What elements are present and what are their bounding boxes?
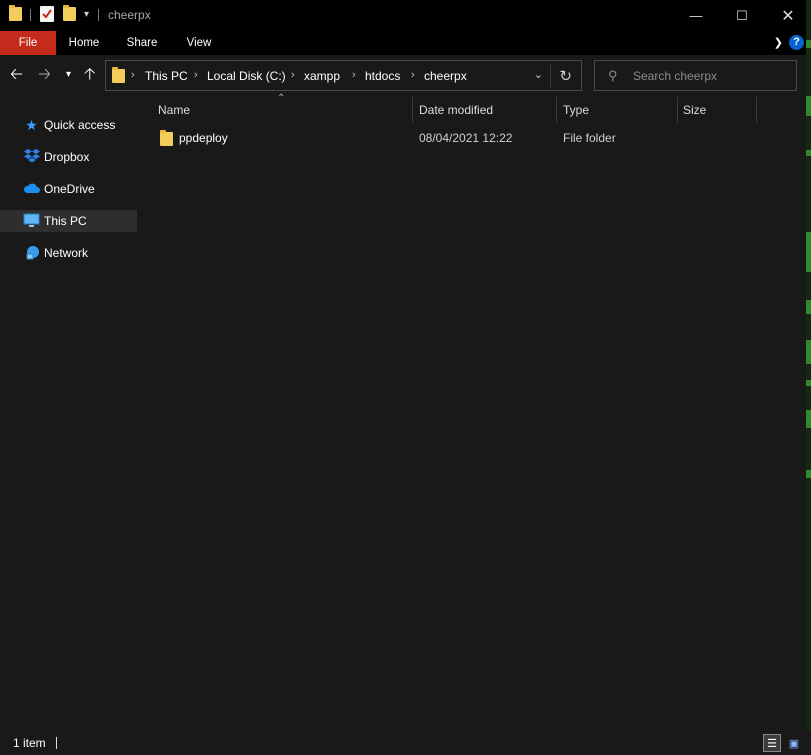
breadcrumb-cheerpx[interactable]: cheerpx (424, 69, 467, 83)
breadcrumb-xampp[interactable]: xampp (304, 69, 340, 83)
toolbar-separator (98, 9, 99, 21)
sidebar-item-label: This PC (44, 214, 87, 228)
window-title: cheerpx (108, 8, 151, 22)
column-header-label: Date modified (419, 103, 494, 117)
chevron-right-icon: › (131, 69, 135, 81)
maximize-button[interactable]: ☐ (719, 0, 765, 31)
tab-file[interactable]: File (0, 31, 56, 55)
location-folder-icon (112, 67, 125, 83)
computer-icon (23, 213, 40, 229)
column-header-label: Size (683, 103, 707, 117)
minimize-button[interactable]: — (673, 0, 719, 31)
column-header-label: Name (158, 103, 191, 117)
sidebar-item-onedrive[interactable]: OneDrive (0, 178, 137, 200)
column-divider[interactable] (756, 97, 757, 123)
recent-locations-icon[interactable]: ▾ (66, 65, 71, 85)
close-button[interactable]: ✕ (765, 0, 811, 31)
sidebar-item-network[interactable]: Network (0, 242, 137, 264)
details-view-icon[interactable]: ☰ (763, 734, 781, 752)
up-icon[interactable]: 🡡 (84, 65, 96, 85)
folder-icon[interactable] (9, 5, 22, 21)
customize-qat-icon[interactable]: ▾ (84, 9, 89, 20)
close-icon: ✕ (781, 7, 795, 25)
column-header-name[interactable]: Name (158, 97, 412, 123)
ribbon-tabs: File Home Share View ❯ ? (0, 31, 811, 55)
sidebar-item-label: Dropbox (44, 150, 90, 164)
column-header-type[interactable]: Type (563, 97, 677, 123)
sidebar-item-quick-access[interactable]: ★ Quick access (0, 114, 137, 136)
cloud-icon (23, 181, 40, 197)
network-icon (23, 245, 40, 261)
help-icon[interactable]: ? (789, 35, 804, 50)
search-input[interactable] (633, 67, 783, 85)
breadcrumb-local-disk[interactable]: Local Disk (C:) (207, 69, 286, 83)
chevron-right-icon: › (194, 69, 198, 81)
column-divider[interactable] (412, 97, 413, 123)
refresh-icon[interactable]: ↻ (559, 67, 572, 85)
navigation-pane: ★ Quick access Dropbox OneDrive This PC … (0, 97, 138, 731)
sidebar-item-label: OneDrive (44, 182, 95, 196)
folder-icon (160, 130, 173, 146)
toolbar-separator (30, 9, 31, 21)
column-header-size[interactable]: Size (683, 97, 756, 123)
chevron-right-icon: › (411, 69, 415, 81)
status-separator (56, 737, 57, 749)
search-box[interactable]: ⚲ (594, 60, 797, 91)
column-divider[interactable] (677, 97, 678, 123)
dropbox-icon (23, 149, 40, 165)
address-bar[interactable]: › This PC › Local Disk (C:) › xampp › ht… (105, 60, 582, 91)
minimize-icon: — (689, 8, 703, 23)
new-folder-icon[interactable] (63, 5, 76, 21)
tab-view[interactable]: View (180, 31, 218, 55)
breadcrumb-this-pc[interactable]: This PC (145, 69, 188, 83)
star-icon: ★ (25, 117, 38, 133)
forward-icon[interactable]: 🡢 (38, 65, 51, 85)
column-header-label: Type (563, 103, 590, 117)
chevron-right-icon: › (291, 69, 295, 81)
maximize-icon: ☐ (736, 7, 748, 23)
address-divider (550, 65, 551, 87)
chevron-down-icon[interactable]: ⌄ (534, 68, 543, 81)
column-divider[interactable] (556, 97, 557, 123)
title-bar: ▾ cheerpx — ☐ ✕ (0, 0, 811, 31)
breadcrumb-htdocs[interactable]: htdocs (365, 69, 400, 83)
sidebar-item-this-pc[interactable]: This PC (0, 210, 137, 232)
file-type: File folder (563, 131, 616, 145)
sidebar-item-label: Quick access (44, 118, 116, 132)
sidebar-item-dropbox[interactable]: Dropbox (0, 146, 137, 168)
expand-ribbon-icon[interactable]: ❯ (774, 36, 783, 49)
file-name[interactable]: ppdeploy (179, 131, 228, 145)
chevron-right-icon: › (352, 69, 356, 81)
file-list: ⌃ Name Date modified Type Size ppdeploy … (138, 93, 806, 731)
sidebar-item-label: Network (44, 246, 89, 260)
properties-icon[interactable] (40, 6, 54, 22)
table-row[interactable]: ppdeploy 08/04/2021 12:22 File folder (152, 127, 792, 149)
tab-home[interactable]: Home (62, 31, 106, 55)
item-count: 1 item (13, 736, 46, 750)
background-window-edge (806, 0, 811, 731)
navigation-bar: 🡠 🡢 ▾ 🡡 › This PC › Local Disk (C:) › xa… (0, 55, 811, 97)
search-icon: ⚲ (608, 68, 618, 83)
status-bar: 1 item ☰ ▣ (0, 731, 811, 755)
column-header-date-modified[interactable]: Date modified (419, 97, 556, 123)
tab-share[interactable]: Share (122, 31, 162, 55)
large-icons-view-icon[interactable]: ▣ (785, 734, 803, 752)
file-date-modified: 08/04/2021 12:22 (419, 131, 513, 145)
back-icon[interactable]: 🡠 (10, 65, 23, 85)
